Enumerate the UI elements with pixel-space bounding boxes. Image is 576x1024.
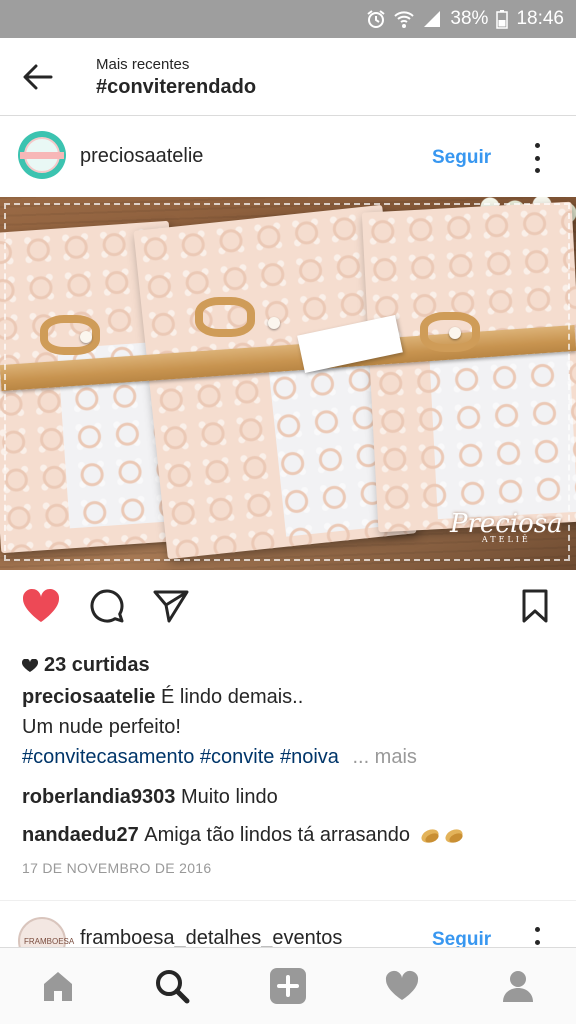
caption: preciosaatelie É lindo demais.. [22, 686, 303, 709]
likes-count[interactable]: 23 curtidas [22, 654, 150, 677]
caption-username[interactable]: preciosaatelie [22, 686, 155, 708]
hashtag[interactable]: #noiva [280, 746, 339, 768]
heart-icon [385, 970, 419, 1000]
nav-search[interactable] [150, 966, 194, 1006]
post-username[interactable]: framboesa_detalhes_eventos [80, 927, 342, 947]
back-arrow-icon [23, 64, 53, 90]
signal-icon [424, 11, 441, 27]
save-button[interactable] [514, 586, 556, 626]
nav-home[interactable] [36, 966, 80, 1006]
battery-icon [496, 10, 509, 29]
comment: roberlandia9303 Muito lindo [22, 786, 278, 809]
caption-line-2: Um nude perfeito! [22, 716, 181, 738]
post-actions [0, 578, 576, 634]
caption-text: É lindo demais.. [160, 686, 304, 708]
comment-icon [90, 589, 124, 623]
status-icons: 38% 18:46 [366, 6, 564, 32]
status-bar: 38% 18:46 [0, 0, 576, 38]
profile-icon [503, 971, 533, 1002]
home-icon [44, 972, 72, 1001]
wifi-icon [394, 11, 415, 28]
photo-watermark: Preciosa ATELIÊ [450, 509, 563, 544]
follow-button[interactable]: Seguir [432, 147, 491, 169]
nav-add[interactable] [266, 966, 310, 1006]
share-button[interactable] [150, 586, 192, 626]
more-link[interactable]: ... mais [352, 746, 416, 768]
small-heart-icon [22, 658, 38, 672]
battery-percent: 38% [450, 8, 489, 29]
more-options-icon[interactable] [528, 927, 546, 947]
next-post-header: FRAMBOESA framboesa_detalhes_eventos Seg… [0, 905, 576, 947]
avatar[interactable]: FRAMBOESA [18, 917, 74, 947]
divider [0, 900, 576, 901]
comment: nandaedu27 Amiga tão lindos tá arrasando [22, 824, 466, 847]
comment-text: Amiga tão lindos tá arrasando [144, 824, 410, 846]
add-icon [270, 968, 306, 1004]
clapping-hands-emoji-icon [421, 828, 463, 843]
post-header: preciosaatelie Seguir [0, 117, 576, 197]
comment-button[interactable] [86, 586, 128, 626]
likes-text: 23 curtidas [44, 654, 150, 676]
bottom-nav [0, 947, 576, 1024]
hashtag[interactable]: #convitecasamento [22, 746, 194, 768]
post-photo[interactable]: Preciosa ATELIÊ [0, 197, 576, 570]
heart-filled-icon [22, 588, 60, 622]
header-subtitle: Mais recentes [96, 56, 190, 73]
nav-profile[interactable] [496, 966, 540, 1006]
hashtags: #convitecasamento #convite #noiva ... ma… [22, 746, 417, 769]
search-icon [156, 970, 190, 1004]
comment-username[interactable]: roberlandia9303 [22, 786, 175, 808]
more-options-icon[interactable] [528, 143, 546, 173]
send-icon [153, 590, 189, 623]
page-title: #conviterendado [96, 76, 257, 98]
hashtag[interactable]: #convite [200, 746, 275, 768]
app-header: Mais recentes #conviterendado [0, 38, 576, 116]
follow-button[interactable]: Seguir [432, 929, 491, 947]
nav-activity[interactable] [380, 966, 424, 1006]
avatar[interactable] [18, 131, 66, 179]
like-button[interactable] [20, 586, 62, 626]
back-button[interactable] [18, 60, 58, 94]
comment-username[interactable]: nandaedu27 [22, 824, 139, 847]
post-date: 17 DE NOVEMBRO DE 2016 [22, 860, 212, 876]
post-username[interactable]: preciosaatelie [80, 145, 203, 168]
alarm-icon [367, 10, 386, 28]
photo-frame [4, 203, 570, 561]
bookmark-icon [522, 589, 548, 623]
clock: 18:46 [516, 8, 564, 29]
comment-text: Muito lindo [180, 786, 278, 808]
